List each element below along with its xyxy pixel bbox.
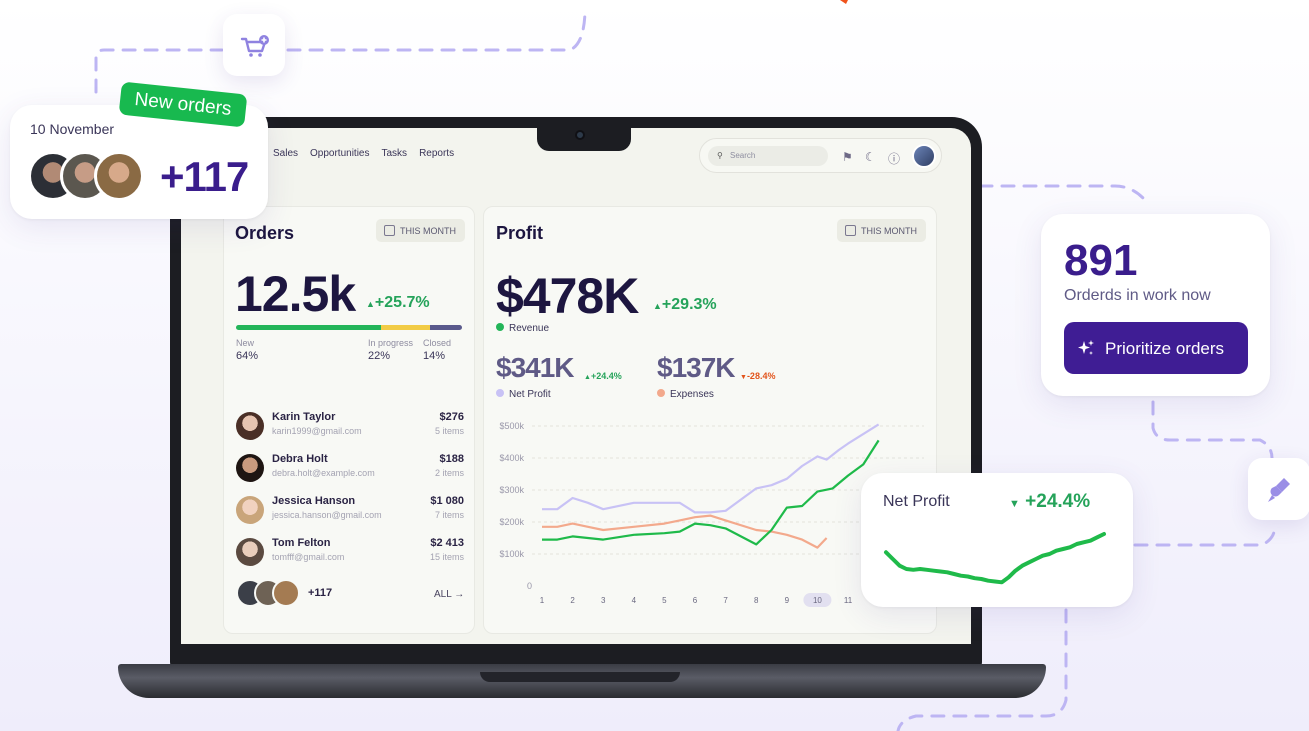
avatar — [236, 412, 264, 440]
orders-status-bar — [236, 325, 462, 330]
profit-total: $478K — [496, 268, 639, 324]
search-icon: ⚲ — [717, 151, 723, 160]
add-to-cart-icon-box[interactable] — [223, 14, 285, 76]
net-profit-value: $341K — [496, 352, 575, 383]
dashboard-screen: Sales Opportunities Tasks Reports ⚲ Sear… — [181, 128, 971, 644]
x-tick-label[interactable]: 1 — [540, 596, 545, 605]
orders-total: 12.5k — [235, 266, 356, 322]
orders-card: Orders THIS MONTH 12.5k ▲+25.7% New 64% … — [223, 206, 475, 634]
orders-in-work-card: 891 Orderds in work now Prioritize order… — [1041, 214, 1270, 396]
x-tick-label[interactable]: 8 — [754, 596, 759, 605]
avatar — [272, 579, 300, 607]
status-progress-value: 22% — [368, 350, 391, 362]
orders-change: ▲+25.7% — [366, 294, 430, 311]
view-all-link[interactable]: ALL → — [434, 589, 464, 600]
orders-in-work-label: Orderds in work now — [1064, 287, 1211, 304]
arrow-right-icon: → — [454, 589, 465, 600]
new-orders-count: +117 — [160, 153, 249, 200]
orders-period-button[interactable]: THIS MONTH — [376, 219, 465, 242]
series-line-net-profit — [542, 423, 880, 514]
status-new-label: New — [236, 338, 255, 348]
x-tick-label[interactable]: 6 — [693, 596, 698, 605]
avatar — [94, 151, 144, 201]
status-new-value: 64% — [236, 350, 259, 362]
list-item[interactable]: Karin Taylor karin1999@gmail.com $276 5 … — [236, 409, 464, 443]
net-profit-legend: Net Profit — [496, 389, 551, 400]
avatar-stack[interactable]: +117 — [236, 579, 332, 609]
orders-title: Orders — [235, 223, 295, 243]
y-tick-label: $300k — [499, 485, 524, 495]
profit-title: Profit — [496, 223, 543, 243]
list-item[interactable]: Debra Holt debra.holt@example.com $188 2… — [236, 451, 464, 485]
revenue-legend: Revenue — [496, 323, 549, 334]
nav-item-opportunities[interactable]: Opportunities — [310, 148, 369, 159]
status-progress-fill — [380, 325, 431, 330]
orders-in-work-count: 891 — [1064, 236, 1138, 285]
search-input[interactable]: ⚲ Search — [708, 146, 828, 166]
camera-icon — [575, 130, 585, 140]
sparkles-icon — [1078, 340, 1094, 355]
prioritize-orders-button[interactable]: Prioritize orders — [1064, 322, 1248, 374]
x-tick-label[interactable]: 11 — [844, 596, 853, 605]
profit-change: ▲+29.3% — [653, 296, 717, 313]
expenses-value: $137K — [657, 352, 736, 383]
laptop-groove — [480, 672, 680, 682]
status-progress-label: In progress — [368, 338, 414, 348]
y-tick-label: $100k — [499, 549, 524, 559]
nav-item-tasks[interactable]: Tasks — [382, 148, 408, 159]
avatar — [236, 454, 264, 482]
add-to-cart-icon — [240, 35, 269, 57]
new-orders-date: 10 November — [30, 121, 115, 137]
net-profit-card-change: ▼ +24.4% — [1009, 491, 1091, 512]
status-closed-value: 14% — [423, 350, 446, 362]
y-tick-label: $400k — [499, 453, 524, 463]
avatar — [236, 538, 264, 566]
top-nav: Sales Opportunities Tasks Reports — [273, 148, 454, 159]
x-tick-label[interactable]: 4 — [632, 596, 637, 605]
y-tick-label: $200k — [499, 517, 524, 527]
x-tick-label[interactable]: 9 — [785, 596, 790, 605]
nav-item-sales[interactable]: Sales — [273, 148, 298, 159]
status-closed-fill — [430, 325, 462, 330]
x-tick-label[interactable]: 2 — [570, 596, 575, 605]
x-tick-label[interactable]: 3 — [601, 596, 606, 605]
x-tick-label[interactable]: 10 — [813, 596, 822, 605]
list-item[interactable]: Tom Felton tomfff@gmail.com $2 413 15 it… — [236, 535, 464, 569]
nav-item-reports[interactable]: Reports — [419, 148, 454, 159]
avatar[interactable] — [912, 144, 936, 168]
sparkline-path — [884, 532, 1106, 585]
calendar-icon — [845, 225, 856, 236]
y-tick-label: 0 — [527, 581, 532, 591]
status-new-fill — [236, 325, 381, 330]
more-count: +117 — [308, 587, 333, 599]
moon-icon[interactable]: ☾ — [865, 150, 876, 164]
calendar-icon — [384, 225, 395, 236]
brush-icon-box[interactable] — [1248, 458, 1309, 520]
brush-icon — [1268, 478, 1290, 502]
status-closed-label: Closed — [423, 338, 452, 348]
toolbar: ⚲ Search ⚑ ☾ ⓘ — [699, 138, 942, 173]
expenses-legend: Expenses — [657, 389, 714, 400]
series-line-expenses — [542, 514, 828, 549]
x-tick-label[interactable]: 5 — [662, 596, 667, 605]
bell-icon[interactable]: ⚑ — [842, 150, 853, 164]
net-profit-card: Net Profit ▼ +24.4% — [861, 473, 1133, 607]
list-item[interactable]: Jessica Hanson jessica.hanson@gmail.com … — [236, 493, 464, 527]
avatar — [236, 496, 264, 524]
net-profit-change: ▲+24.4% — [584, 371, 622, 381]
x-tick-label[interactable]: 7 — [723, 596, 728, 605]
info-icon[interactable]: ⓘ — [888, 150, 900, 167]
net-profit-sparkline — [884, 532, 1106, 585]
y-tick-label: $500k — [499, 421, 524, 431]
net-profit-card-label: Net Profit — [883, 493, 950, 510]
profit-period-button[interactable]: THIS MONTH — [837, 219, 926, 242]
expenses-change: ▼-28.4% — [740, 371, 776, 381]
